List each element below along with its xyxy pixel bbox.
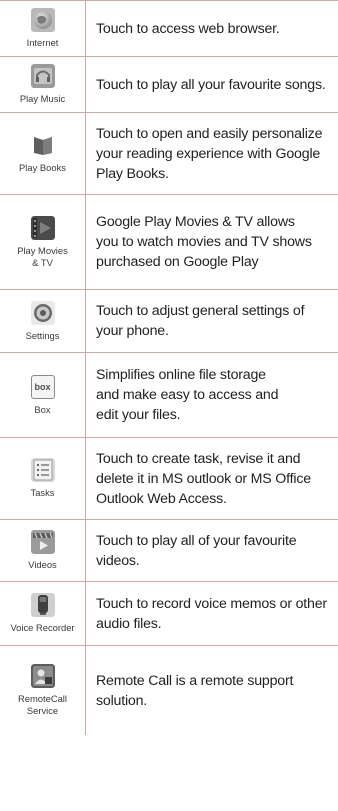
gear-icon: [30, 300, 55, 325]
headphones-icon: [30, 64, 55, 88]
box-logo-text: box: [34, 381, 51, 392]
icon-cell: Play Books: [0, 113, 86, 194]
app-description: Touch to play all of your favourite vide…: [96, 532, 297, 569]
app-label: Tasks: [30, 487, 55, 498]
app-description: Touch to record voice memos or other aud…: [96, 595, 327, 632]
box-logo-icon: box: [30, 374, 55, 399]
icon-cell: Voice Recorder: [0, 582, 86, 645]
icon-cell: Tasks: [0, 438, 86, 519]
table-row-remotecall: RemoteCall Service Remote Call is a remo…: [0, 645, 338, 735]
table-row-play-books: Play Books Touch to open and easily pers…: [0, 112, 338, 194]
icon-cell: Play Movies & TV: [0, 195, 86, 289]
app-label: Box: [34, 403, 51, 415]
microphone-icon: [30, 593, 55, 617]
app-description: Touch to play all your favourite songs.: [96, 76, 326, 93]
book-icon: [30, 133, 55, 157]
icon-cell: Settings: [0, 290, 86, 352]
app-description: Simplifies online file storage and make …: [96, 367, 279, 423]
app-label: Settings: [25, 329, 60, 341]
table-row-voice-recorder: Voice Recorder Touch to record voice mem…: [0, 581, 338, 645]
checklist-icon: [30, 458, 55, 482]
app-description: Touch to create task, revise it and dele…: [96, 450, 311, 507]
icon-cell: Videos: [0, 520, 86, 581]
app-description: Touch to open and easily personalize you…: [96, 125, 323, 182]
app-label: RemoteCall Service: [18, 693, 67, 716]
icon-cell: Play Music: [0, 57, 86, 112]
app-label: Videos: [28, 559, 57, 570]
table-row-tasks: Tasks Touch to create task, revise it an…: [0, 437, 338, 519]
app-description: Google Play Movies & TV allows you to wa…: [96, 214, 312, 270]
app-label: Play Books: [19, 162, 66, 173]
app-label: Play Music: [19, 93, 66, 104]
icon-cell: RemoteCall Service: [0, 646, 86, 735]
apps-table: Internet Touch to access web browser. Pl…: [0, 0, 338, 735]
film-icon: [30, 215, 55, 240]
app-label: Voice Recorder: [10, 622, 75, 633]
globe-icon: [30, 8, 55, 32]
app-description: Remote Call is a remote support solution…: [96, 672, 294, 709]
icon-cell: box Box: [0, 353, 86, 437]
app-description: Touch to access web browser.: [96, 20, 280, 37]
remote-support-icon: [30, 664, 55, 688]
app-label: Play Movies & TV: [17, 244, 68, 268]
icon-cell: Internet: [0, 1, 86, 56]
table-row-videos: Videos Touch to play all of your favouri…: [0, 519, 338, 581]
table-row-internet: Internet Touch to access web browser.: [0, 0, 338, 56]
table-row-box: box Box Simplifies online file storage a…: [0, 352, 338, 437]
table-row-play-music: Play Music Touch to play all your favour…: [0, 56, 338, 112]
app-label: Internet: [26, 37, 59, 48]
table-row-settings: Settings Touch to adjust general setting…: [0, 289, 338, 352]
video-play-icon: [30, 530, 55, 554]
table-row-play-movies: Play Movies & TV Google Play Movies & TV…: [0, 194, 338, 289]
app-description: Touch to adjust general settings of your…: [96, 303, 305, 339]
